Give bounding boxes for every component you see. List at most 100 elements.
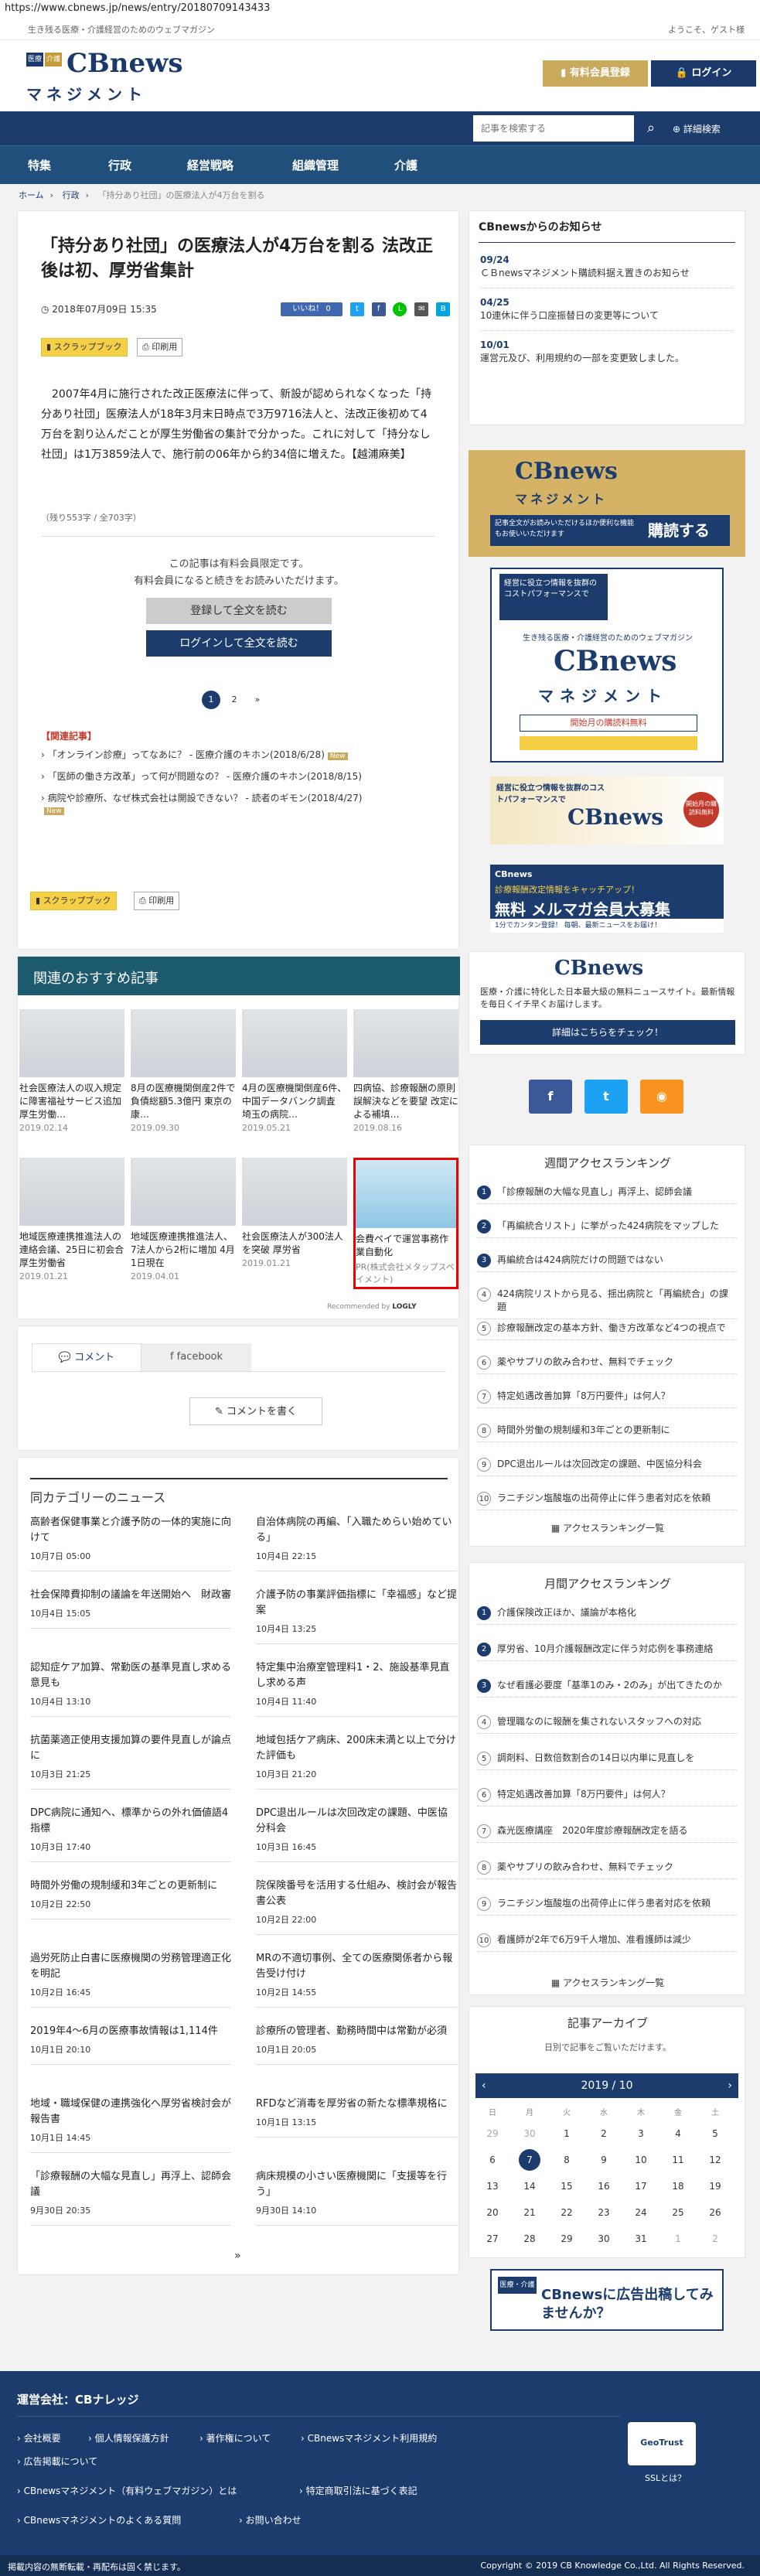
rank-title[interactable]: 森光医療講座 2020年度診療報酬改定を語る: [497, 1824, 737, 1837]
calendar-day[interactable]: 15: [556, 2175, 578, 2197]
calendar-day[interactable]: 8: [556, 2149, 578, 2171]
recommend-card-pr[interactable]: 会費ペイで運営事務作業自動化 PR(株式会社メタップスペイメント): [353, 1158, 458, 1289]
news-title[interactable]: 特定集中治療室管理料1・2、施設基準見直し求める声: [256, 1660, 457, 1691]
rank-title[interactable]: DPC退出ルールは次回改定の課題、中医協分科会: [497, 1458, 737, 1471]
news-item[interactable]: 高齢者保健事業と介護予防の一体的実施に向けて 10月7日 05:00: [30, 1515, 231, 1571]
calendar-day[interactable]: 18: [667, 2175, 689, 2197]
recommend-card[interactable]: 4月の医療機関倒産6件、中国データバンク調査 埼玉の病院… 2019.05.21: [242, 1009, 347, 1141]
news-item[interactable]: MRの不適切事例、全ての医療関係者から報告受け付け 10月2日 14:55: [256, 1951, 457, 2008]
rank-title[interactable]: なぜ看護必要度「基準1のみ・2のみ」が出てきたのか: [497, 1679, 737, 1692]
calendar-day[interactable]: 1: [667, 2228, 689, 2250]
ranking-item[interactable]: 5 調剤料、日数倍数割合の14日以内単に見直しを: [477, 1749, 737, 1770]
news-title[interactable]: 院保険番号を活用する仕組み、検討会が報告書公表: [256, 1878, 457, 1909]
ranking-item[interactable]: 5 診療報酬改定の基本方針、働き方改革など4つの視点で: [477, 1319, 737, 1340]
news-more[interactable]: »: [234, 2250, 241, 2262]
register-button[interactable]: ▮ 有料会員登録: [543, 60, 648, 87]
news-title[interactable]: RFDなど消毒を厚労省の新たな標準規格に: [256, 2097, 457, 2112]
ranking-item[interactable]: 6 薬やサプリの飲み合わせ、無料でチェック: [477, 1353, 737, 1374]
news-item[interactable]: 病床規模の小さい医療機関に「支援等を行う」 9月30日 14:10: [256, 2169, 457, 2226]
hatena-icon[interactable]: B: [436, 302, 451, 316]
rank-title[interactable]: 「再編統合リスト」に挙がった424病院をマップした: [497, 1220, 737, 1233]
news-title[interactable]: 高齢者保健事業と介護予防の一体的実施に向けて: [30, 1515, 231, 1546]
notice-item[interactable]: 10/01 運営元及び、利用規約の一部を変更致しました。: [469, 339, 745, 365]
rank-title[interactable]: 看護師が2年で6万9千人増加、准看護師は減少: [497, 1933, 737, 1947]
magazine-ad-small[interactable]: 経営に役立つ情報を抜群のコストパフォーマンスで CBnews 開始月の購読料無料: [490, 776, 724, 844]
rank-title[interactable]: 424病院リストから見る、揺出病院と「再編統合」の課題: [497, 1288, 737, 1314]
twitter-icon[interactable]: t: [584, 1080, 628, 1114]
scrapbook-button-bottom[interactable]: ▮ スクラップブック: [30, 892, 117, 910]
recommend-card[interactable]: 社会医療法人が300法人を突破 厚労省 2019.01.21: [242, 1158, 347, 1289]
footer-link[interactable]: › 著作権について: [199, 2431, 271, 2445]
twitter-icon[interactable]: t: [349, 302, 364, 316]
ranking-item[interactable]: 9 DPC退出ルールは次回改定の課題、中医協分科会: [477, 1455, 737, 1476]
calendar-day[interactable]: 7: [519, 2149, 540, 2171]
calendar-day[interactable]: 5: [704, 2123, 726, 2144]
calendar-day[interactable]: 25: [667, 2202, 689, 2223]
rank-title[interactable]: 特定処遇改善加算「8万円要件」は何人？: [497, 1788, 737, 1801]
ranking-item[interactable]: 10 ラニチジン塩酸塩の出荷停止に伴う患者対応を依頼: [477, 1489, 737, 1510]
rank-title[interactable]: 特定処遇改善加算「8万円要件」は何人？: [497, 1390, 737, 1403]
search-icon[interactable]: ⌕: [636, 115, 666, 142]
ranking-item[interactable]: 7 森光医療講座 2020年度診療報酬改定を語る: [477, 1821, 737, 1843]
rank-title[interactable]: 調剤料、日数倍数割合の14日以内単に見直しを: [497, 1752, 737, 1765]
news-item[interactable]: 抗菌薬適正使用支援加算の要件見直しが論点に 10月3日 21:25: [30, 1733, 231, 1790]
calendar-day[interactable]: 29: [482, 2123, 503, 2144]
rank-title[interactable]: 薬やサプリの飲み合わせ、無料でチェック: [497, 1861, 737, 1874]
footer-link[interactable]: › 特定商取引法に基づく表記: [299, 2484, 417, 2497]
next-month-button[interactable]: ›: [728, 2073, 732, 2098]
nav-item-org[interactable]: 組織管理: [292, 146, 339, 185]
news-item[interactable]: 時間外労働の規制緩和3年ごとの更新制に 10月2日 22:50: [30, 1878, 231, 1919]
tab-comment[interactable]: 💬 コメント: [32, 1343, 141, 1371]
news-item[interactable]: 診療所の管理者、勤務時間中は常勤が必須 10月1日 20:05: [256, 2024, 457, 2065]
page-next[interactable]: »: [248, 691, 267, 709]
rank-title[interactable]: 時間外労働の規制緩和3年ごとの更新制に: [497, 1424, 737, 1437]
news-item[interactable]: RFDなど消毒を厚労省の新たな標準規格に 10月1日 13:15: [256, 2097, 457, 2138]
calendar-day[interactable]: 2: [593, 2123, 615, 2144]
calendar-day[interactable]: 19: [704, 2175, 726, 2197]
news-item[interactable]: 地域・職域保健の連携強化へ厚労省検討会が報告書 10月1日 14:45: [30, 2097, 231, 2153]
related-link[interactable]: 「オンライン診療」ってなあに？ - 医療介護のキホン(2018/6/28): [48, 749, 325, 760]
news-title[interactable]: 地域・職域保健の連携強化へ厚労省検討会が報告書: [30, 2097, 231, 2127]
news-item[interactable]: 地域包括ケア病床、200床未満と以上で分けた評価も 10月3日 21:20: [256, 1733, 457, 1790]
ranking-item[interactable]: 3 なぜ看護必要度「基準1のみ・2のみ」が出てきたのか: [477, 1676, 737, 1697]
calendar-day[interactable]: 10: [630, 2149, 652, 2171]
login-read-button[interactable]: ログインして全文を読む: [146, 630, 332, 657]
calendar-day[interactable]: 2: [704, 2228, 726, 2250]
news-title[interactable]: 診療所の管理者、勤務時間中は常勤が必須: [256, 2024, 457, 2039]
ranking-item[interactable]: 10 看護師が2年で6万9千人増加、准看護師は減少: [477, 1930, 737, 1952]
calendar-day[interactable]: 28: [519, 2228, 540, 2250]
ranking-more-link[interactable]: ▦ アクセスランキング一覧: [469, 1521, 746, 1534]
ranking-item[interactable]: 4 管理職なのに報酬を集されないスタッフへの対応: [477, 1712, 737, 1734]
calendar-day[interactable]: 20: [482, 2202, 503, 2223]
ranking-item[interactable]: 2 「再編統合リスト」に挙がった424病院をマップした: [477, 1216, 737, 1238]
related-link[interactable]: 病院や診療所、なぜ株式会社は開設できない？ - 読者のギモン(2018/4/27…: [48, 793, 363, 804]
footer-link[interactable]: › CBnewsマネジメント（有料ウェブマガジン）とは: [17, 2484, 237, 2497]
news-item[interactable]: 認知症ケア加算、常勤医の基準見直し求める意見も 10月4日 13:10: [30, 1660, 231, 1717]
ranking-item[interactable]: 6 特定処遇改善加算「8万円要件」は何人？: [477, 1785, 737, 1807]
rss-icon[interactable]: ◉: [640, 1080, 683, 1114]
footer-link[interactable]: › 個人情報保護方針: [88, 2431, 169, 2445]
nav-item-care[interactable]: 介護: [394, 146, 417, 185]
calendar-day[interactable]: 3: [630, 2123, 652, 2144]
calendar-day[interactable]: 24: [630, 2202, 652, 2223]
calendar-day[interactable]: 11: [667, 2149, 689, 2171]
news-item[interactable]: 「診療報酬の大幅な見直し」再浮上、認師会議 9月30日 20:35: [30, 2169, 231, 2226]
prev-month-button[interactable]: ‹: [482, 2073, 486, 2098]
calendar-day[interactable]: 13: [482, 2175, 503, 2197]
ranking-more-link[interactable]: ▦ アクセスランキング一覧: [469, 1976, 746, 1989]
ranking-item[interactable]: 8 薬やサプリの飲み合わせ、無料でチェック: [477, 1858, 737, 1879]
calendar-day[interactable]: 22: [556, 2202, 578, 2223]
breadcrumb-category[interactable]: 行政: [63, 190, 80, 200]
news-item[interactable]: DPC退出ルールは次回改定の課題、中医協分科会 10月3日 16:45: [256, 1806, 457, 1862]
calendar-day[interactable]: 26: [704, 2202, 726, 2223]
news-title[interactable]: 時間外労働の規制緩和3年ごとの更新制に: [30, 1878, 231, 1894]
news-item[interactable]: 特定集中治療室管理料1・2、施設基準見直し求める声 10月4日 11:40: [256, 1660, 457, 1717]
calendar-day[interactable]: 14: [519, 2175, 540, 2197]
calendar-day[interactable]: 31: [630, 2228, 652, 2250]
news-item[interactable]: DPC病院に通知へ、標準からの外れ価値語4指標 10月3日 17:40: [30, 1806, 231, 1862]
rank-title[interactable]: 診療報酬改定の基本方針、働き方改革など4つの視点で: [497, 1322, 737, 1335]
like-button[interactable]: いいね！ 0: [281, 302, 343, 316]
related-item[interactable]: › 「オンライン診療」ってなあに？ - 医療介護のキホン(2018/6/28) N…: [41, 748, 443, 761]
rank-title[interactable]: 再編統合は424病院だけの問題ではない: [497, 1254, 737, 1267]
recommend-card[interactable]: 社会医療法人の収入規定に障害福祉サービス追加 厚生労働… 2019.02.14: [19, 1009, 124, 1141]
